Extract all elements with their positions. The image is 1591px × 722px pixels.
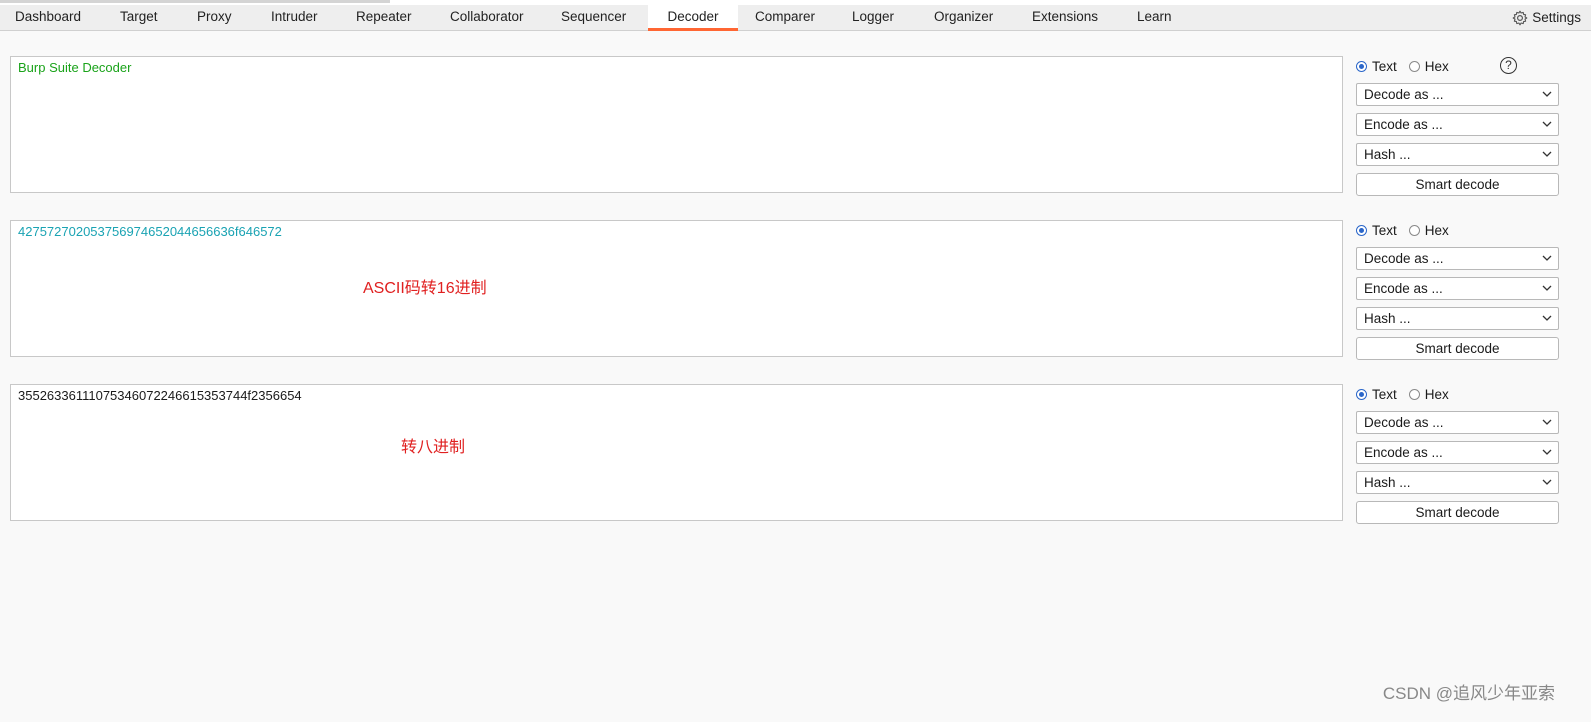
- csdn-watermark: CSDN @追风少年亚索: [1382, 684, 1555, 703]
- radio-selected-icon: [1356, 60, 1367, 72]
- tab-target[interactable]: Target: [120, 5, 158, 30]
- encode-as-select-3[interactable]: Encode as ...: [1356, 441, 1559, 464]
- decoder-text-area-3[interactable]: 35526336111075346072246615353744f2356654: [10, 384, 1343, 521]
- hex-mode-label-1: Hex: [1424, 58, 1449, 74]
- decode-as-label-2: Decode as ...: [1364, 251, 1444, 266]
- tab-logger[interactable]: Logger: [852, 5, 894, 30]
- hash-label-2: Hash ...: [1364, 311, 1411, 326]
- hex-mode-radio-3[interactable]: Hex: [1408, 386, 1449, 402]
- decoder-text-area-1[interactable]: Burp Suite Decoder: [10, 56, 1343, 193]
- smart-decode-button-3[interactable]: Smart decode: [1356, 501, 1559, 524]
- tab-intruder[interactable]: Intruder: [271, 5, 318, 30]
- text-mode-label-1: Text: [1372, 58, 1397, 74]
- text-mode-label-3: Text: [1372, 386, 1397, 402]
- tab-decoder[interactable]: Decoder: [648, 5, 738, 31]
- tab-repeater[interactable]: Repeater: [356, 5, 412, 30]
- radio-unselected-icon: [1408, 388, 1420, 400]
- hash-label-3: Hash ...: [1364, 475, 1411, 490]
- hex-mode-radio-2[interactable]: Hex: [1408, 222, 1449, 238]
- text-mode-radio-1[interactable]: Text: [1356, 59, 1397, 74]
- radio-selected-icon: [1356, 224, 1367, 236]
- encode-as-select-2[interactable]: Encode as ...: [1356, 277, 1559, 300]
- tab-sequencer[interactable]: Sequencer: [561, 5, 626, 30]
- decoder-text-content-2: 427572702053756974652044656636f646572: [18, 224, 282, 239]
- radio-unselected-icon: [1408, 60, 1420, 72]
- help-icon[interactable]: ?: [1500, 57, 1517, 74]
- encode-as-label-2: Encode as ...: [1364, 281, 1443, 296]
- annotation-octal: 转八进制: [401, 439, 466, 456]
- hash-select-1[interactable]: Hash ...: [1356, 143, 1559, 166]
- hex-mode-label-2: Hex: [1424, 222, 1449, 238]
- decode-as-label-1: Decode as ...: [1364, 87, 1444, 102]
- tab-organizer[interactable]: Organizer: [934, 5, 993, 30]
- hash-select-2[interactable]: Hash ...: [1356, 307, 1559, 330]
- tab-extensions[interactable]: Extensions: [1032, 5, 1098, 30]
- tab-comparer[interactable]: Comparer: [755, 5, 815, 30]
- decoder-text-content-3: 35526336111075346072246615353744f2356654: [18, 388, 302, 403]
- tab-collaborator[interactable]: Collaborator: [450, 5, 524, 30]
- chevron-down-icon: [1542, 315, 1552, 321]
- decode-as-select-1[interactable]: Decode as ...: [1356, 83, 1559, 106]
- decoder-controls-3: Text Hex Decode as ... Encode as ... Has…: [1356, 384, 1559, 524]
- annotation-hex: ASCII码转16进制: [363, 280, 487, 297]
- hex-mode-label-3: Hex: [1424, 386, 1449, 402]
- decode-as-select-2[interactable]: Decode as ...: [1356, 247, 1559, 270]
- hash-label-1: Hash ...: [1364, 147, 1411, 162]
- text-mode-label-2: Text: [1372, 222, 1397, 238]
- chevron-down-icon: [1542, 91, 1552, 97]
- encode-as-label-1: Encode as ...: [1364, 117, 1443, 132]
- chevron-down-icon: [1542, 449, 1552, 455]
- tab-proxy[interactable]: Proxy: [197, 5, 232, 30]
- tab-dashboard[interactable]: Dashboard: [15, 5, 81, 30]
- radio-selected-icon: [1356, 388, 1367, 400]
- decode-as-select-3[interactable]: Decode as ...: [1356, 411, 1559, 434]
- smart-decode-button-1[interactable]: Smart decode: [1356, 173, 1559, 196]
- hex-mode-radio-1[interactable]: Hex: [1408, 58, 1449, 74]
- main-tab-bar: Dashboard Target Proxy Intruder Repeater…: [0, 5, 1591, 31]
- settings-button[interactable]: Settings: [1512, 5, 1581, 30]
- encode-as-label-3: Encode as ...: [1364, 445, 1443, 460]
- gear-icon: [1512, 10, 1528, 25]
- chevron-down-icon: [1542, 255, 1552, 261]
- chevron-down-icon: [1542, 121, 1552, 127]
- smart-decode-button-2[interactable]: Smart decode: [1356, 337, 1559, 360]
- horizontal-scrollbar-thumb[interactable]: [0, 0, 390, 3]
- text-mode-radio-3[interactable]: Text: [1356, 387, 1397, 402]
- text-mode-radio-2[interactable]: Text: [1356, 223, 1397, 238]
- decode-as-label-3: Decode as ...: [1364, 415, 1444, 430]
- radio-unselected-icon: [1408, 224, 1420, 236]
- decoder-controls-2: Text Hex Decode as ... Encode as ... Has…: [1356, 220, 1559, 360]
- chevron-down-icon: [1542, 479, 1552, 485]
- decoder-text-area-2[interactable]: 427572702053756974652044656636f646572: [10, 220, 1343, 357]
- hash-select-3[interactable]: Hash ...: [1356, 471, 1559, 494]
- chevron-down-icon: [1542, 151, 1552, 157]
- decoder-controls-1: Text Hex ? Decode as ... Encode as ... H…: [1356, 56, 1559, 196]
- chevron-down-icon: [1542, 419, 1552, 425]
- tab-learn[interactable]: Learn: [1137, 5, 1172, 30]
- encode-as-select-1[interactable]: Encode as ...: [1356, 113, 1559, 136]
- chevron-down-icon: [1542, 285, 1552, 291]
- decoder-text-content-1: Burp Suite Decoder: [18, 60, 132, 75]
- settings-label: Settings: [1532, 10, 1581, 25]
